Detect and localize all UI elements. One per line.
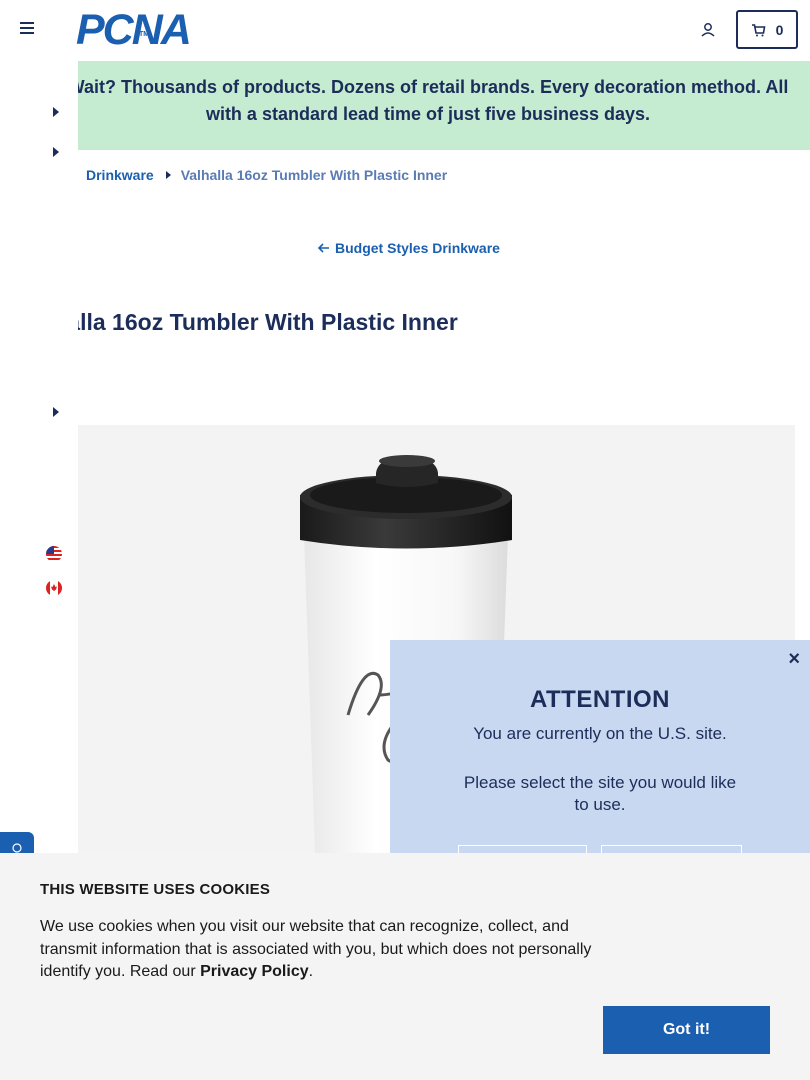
arrow-left-icon [318, 243, 329, 253]
cookie-text: We use cookies when you visit our websit… [40, 916, 605, 984]
cart-count: 0 [775, 21, 784, 38]
rail-arrow-icon[interactable] [52, 407, 60, 417]
breadcrumb-category[interactable]: Drinkware [86, 167, 154, 183]
us-flag-icon[interactable] [46, 546, 62, 562]
rail-arrow-icon[interactable] [52, 107, 60, 117]
breadcrumb-current: Valhalla 16oz Tumbler With Plastic Inner [180, 167, 448, 183]
site-selector-modal: × ATTENTION You are currently on the U.S… [390, 640, 810, 869]
product-title: Valhalla 16oz Tumbler With Plastic Inner [78, 309, 458, 335]
attention-current-site: You are currently on the U.S. site. [473, 724, 727, 743]
accept-cookies-button[interactable]: Got it! [603, 1006, 770, 1054]
close-icon[interactable]: × [788, 648, 800, 671]
cookie-title: THIS WEBSITE USES COOKIES [40, 881, 271, 898]
breadcrumb: Drinkware Valhalla 16oz Tumbler With Pla… [86, 167, 447, 183]
cookie-period: . [308, 963, 314, 980]
attention-title: ATTENTION [529, 686, 671, 713]
cart-button[interactable]: 0 [736, 10, 798, 49]
back-link[interactable]: Budget Styles Drinkware [318, 240, 500, 256]
product-title-wrap: Valhalla 16oz Tumbler With Plastic Inner [78, 305, 810, 341]
promo-banner-text: Wait? Thousands of products. Dozens of r… [78, 77, 789, 124]
site-header: PCNA TM 0 [0, 0, 810, 61]
privacy-policy-link[interactable]: Privacy Policy [200, 963, 309, 980]
canada-flag-icon[interactable] [46, 580, 62, 596]
logo-text: PCNA [76, 6, 192, 54]
user-icon[interactable] [699, 21, 717, 39]
cookie-banner: THIS WEBSITE USES COOKIES We use cookies… [0, 853, 810, 1080]
rail-arrow-icon[interactable] [52, 147, 60, 157]
attention-instruction: Please select the site you would like to… [463, 773, 737, 814]
promo-banner: Wait? Thousands of products. Dozens of r… [78, 61, 810, 150]
cart-icon [751, 23, 766, 36]
cookie-body: We use cookies when you visit our websit… [40, 918, 592, 980]
logo-tm: TM [139, 31, 150, 38]
pcna-logo[interactable]: PCNA [76, 6, 192, 54]
back-link-label: Budget Styles Drinkware [335, 240, 500, 256]
hamburger-icon[interactable] [20, 22, 36, 38]
breadcrumb-separator-icon [165, 171, 171, 179]
